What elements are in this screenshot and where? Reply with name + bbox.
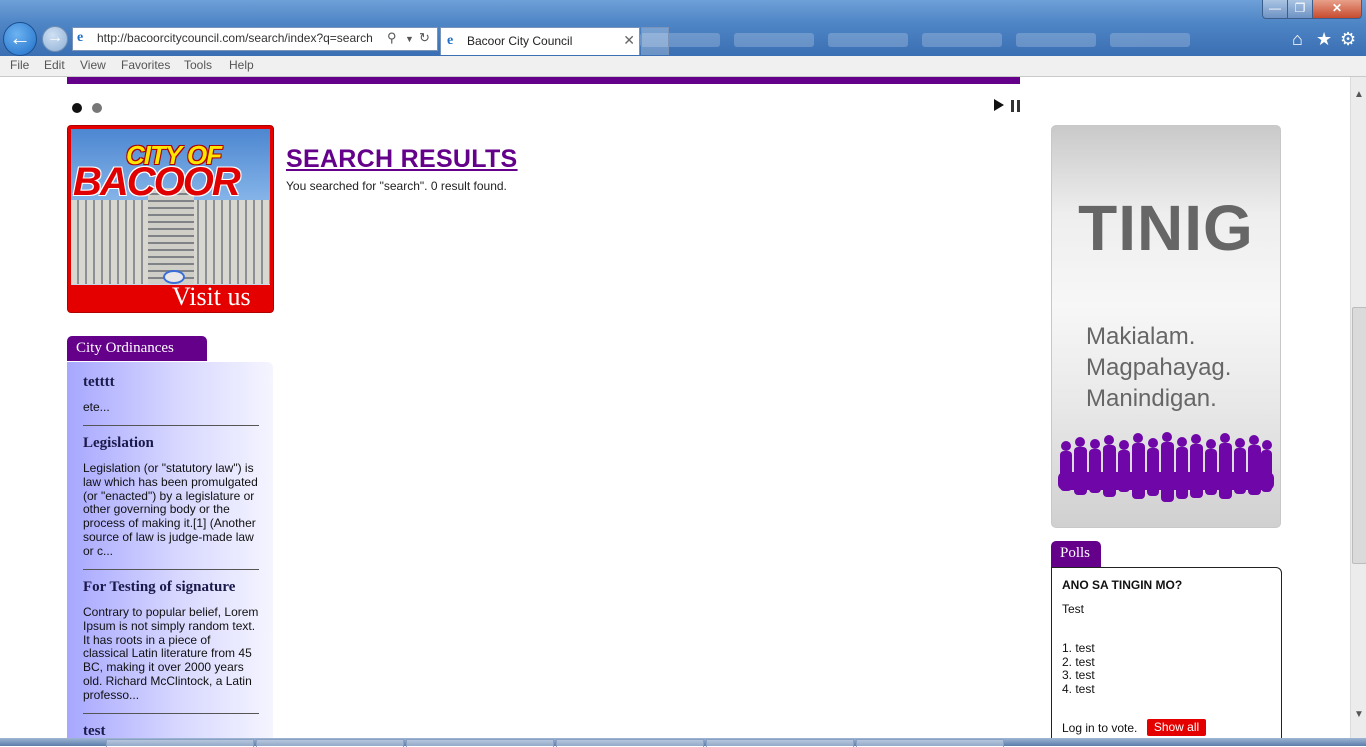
scroll-down-icon[interactable]: ▼ bbox=[1354, 709, 1364, 720]
ordinance-title[interactable]: For Testing of signature bbox=[83, 579, 259, 596]
close-icon[interactable]: ✕ bbox=[623, 32, 635, 49]
minimize-button[interactable]: — bbox=[1262, 0, 1288, 19]
poll-subtitle: Test bbox=[1062, 602, 1085, 616]
poll-question: ANO SA TINGIN MO? bbox=[1062, 578, 1183, 592]
ie-tab-icon: e bbox=[447, 33, 454, 48]
city-ordinances-tab: City Ordinances bbox=[67, 336, 207, 361]
polls-panel: ANO SA TINGIN MO? Test 1. test 2. test 3… bbox=[1051, 567, 1282, 738]
slider-dot-2[interactable] bbox=[92, 103, 102, 113]
menu-bar: File Edit View Favorites Tools Help bbox=[0, 56, 1366, 77]
page-viewport: CITY OF BACOOR Visit us SEARCH RESULTS Y… bbox=[0, 77, 1350, 738]
maximize-button[interactable]: ❐ bbox=[1287, 0, 1313, 19]
refresh-icon[interactable]: ↻ bbox=[419, 30, 430, 46]
poll-option: 3. test bbox=[1062, 668, 1095, 682]
home-icon[interactable]: ⌂ bbox=[1292, 29, 1303, 50]
ordinance-title[interactable]: Legislation bbox=[83, 435, 259, 452]
pause-icon[interactable] bbox=[1011, 100, 1020, 112]
poll-option: 1. test bbox=[1062, 641, 1095, 655]
menu-favorites[interactable]: Favorites bbox=[121, 58, 170, 72]
poll-option: 2. test bbox=[1062, 655, 1095, 669]
show-all-button[interactable]: Show all bbox=[1147, 719, 1206, 736]
ordinance-item: tetttt ete... bbox=[83, 374, 259, 426]
divider bbox=[83, 568, 259, 570]
city-ordinances-panel: tetttt ete... Legislation Legislation (o… bbox=[67, 362, 273, 738]
banner-visit-us: Visit us bbox=[172, 282, 251, 311]
divider bbox=[83, 712, 259, 714]
ordinance-item: test bbox=[83, 723, 259, 738]
banner-bacoor: BACOOR bbox=[73, 160, 241, 204]
ordinance-item: Legislation Legislation (or "statutory l… bbox=[83, 435, 259, 570]
ordinance-title[interactable]: test bbox=[83, 723, 259, 738]
new-tab-button[interactable] bbox=[641, 27, 669, 55]
browser-titlebar: — ❐ ✕ ← → e http://bacoorcitycouncil.com… bbox=[0, 0, 1366, 56]
slider-dot-1[interactable] bbox=[72, 103, 82, 113]
gear-icon[interactable]: ⚙ bbox=[1340, 29, 1356, 50]
scrollbar-thumb[interactable] bbox=[1352, 307, 1366, 564]
polls-tab: Polls bbox=[1051, 541, 1101, 567]
tinig-title: TINIG bbox=[1078, 192, 1254, 264]
visit-us-banner[interactable]: CITY OF BACOOR Visit us bbox=[67, 125, 274, 313]
poll-login-text: Log in to vote. bbox=[1062, 721, 1138, 735]
menu-view[interactable]: View bbox=[80, 58, 106, 72]
chevron-down-icon[interactable]: ▼ bbox=[405, 34, 414, 44]
star-icon[interactable]: ★ bbox=[1316, 29, 1332, 50]
menu-file[interactable]: File bbox=[10, 58, 29, 72]
close-window-button[interactable]: ✕ bbox=[1312, 0, 1362, 19]
menu-tools[interactable]: Tools bbox=[184, 58, 212, 72]
ordinance-excerpt: ete... bbox=[83, 400, 110, 414]
header-purple-bar bbox=[67, 77, 1020, 84]
ie-page-icon: e bbox=[77, 30, 84, 45]
address-bar[interactable]: e http://bacoorcitycouncil.com/search/in… bbox=[72, 27, 438, 51]
background-tabs bbox=[640, 26, 1280, 54]
address-url[interactable]: http://bacoorcitycouncil.com/search/inde… bbox=[97, 31, 379, 45]
search-summary: You searched for "search". 0 result foun… bbox=[286, 179, 507, 193]
tinig-slogan-3: Manindigan. bbox=[1086, 385, 1217, 412]
crowd-silhouette-icon bbox=[1058, 432, 1274, 502]
tab-title: Bacoor City Council bbox=[467, 34, 573, 48]
tinig-slogan-1: Makialam. bbox=[1086, 323, 1196, 350]
forward-arrow-icon[interactable]: → bbox=[42, 26, 68, 52]
ordinance-excerpt: Legislation (or "statutory law") is law … bbox=[83, 461, 258, 558]
search-icon[interactable]: ⚲ bbox=[387, 30, 397, 46]
play-icon[interactable] bbox=[994, 99, 1004, 111]
tinig-slogan-2: Magpahayag. bbox=[1086, 354, 1232, 381]
divider bbox=[83, 424, 259, 426]
polls-label: Polls bbox=[1060, 545, 1091, 561]
ordinance-excerpt: Contrary to popular belief, Lorem Ipsum … bbox=[83, 605, 259, 702]
search-results-title[interactable]: SEARCH RESULTS bbox=[286, 145, 518, 174]
poll-option: 4. test bbox=[1062, 682, 1095, 696]
scroll-up-icon[interactable]: ▲ bbox=[1354, 89, 1364, 100]
back-arrow-icon[interactable]: ← bbox=[3, 22, 37, 56]
menu-edit[interactable]: Edit bbox=[44, 58, 65, 72]
tinig-banner[interactable]: TINIG Makialam. Magpahayag. Manindigan. bbox=[1051, 125, 1281, 528]
city-ordinances-label: City Ordinances bbox=[76, 340, 174, 356]
vertical-scrollbar[interactable]: ▲ ▼ bbox=[1350, 77, 1366, 738]
menu-help[interactable]: Help bbox=[229, 58, 254, 72]
ordinance-title[interactable]: tetttt bbox=[83, 374, 259, 391]
ordinance-item: For Testing of signature Contrary to pop… bbox=[83, 579, 259, 714]
tab-bacoor-city-council[interactable]: e Bacoor City Council ✕ bbox=[440, 27, 640, 55]
os-taskbar bbox=[0, 738, 1366, 747]
